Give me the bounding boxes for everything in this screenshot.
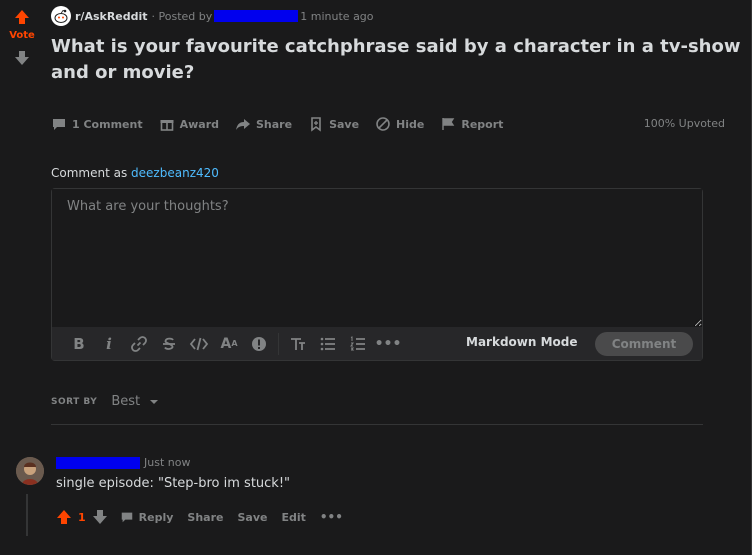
post-meta: r/AskReddit · Posted by 1 minute ago: [51, 6, 374, 26]
superscript-icon[interactable]: AA: [214, 332, 244, 356]
redacted-username: [56, 456, 140, 469]
current-username[interactable]: deezbeanz420: [131, 166, 219, 180]
post-card: Vote r/AskReddit · Posted by 1 minute ag…: [0, 0, 752, 555]
downvote-arrow-icon[interactable]: [13, 49, 31, 67]
downvote-arrow-icon[interactable]: [92, 509, 108, 525]
gift-icon: [160, 120, 174, 131]
spoiler-icon[interactable]: [244, 332, 274, 356]
save-button[interactable]: Save: [308, 116, 359, 132]
comment-icon: [53, 119, 65, 130]
heading-icon[interactable]: [283, 332, 313, 356]
markdown-mode-button[interactable]: Markdown Mode: [466, 335, 578, 349]
comment-as-line: Comment as deezbeanz420: [51, 166, 219, 180]
avatar[interactable]: [16, 457, 44, 485]
sort-divider: [51, 424, 703, 425]
bold-icon[interactable]: B: [64, 332, 94, 356]
comment-time: Just now: [144, 456, 191, 469]
upvote-ratio: 100% Upvoted: [643, 117, 725, 130]
post-actions: 1 Comment Award Share Save Hide Report: [51, 112, 519, 136]
comment-textarea[interactable]: [52, 189, 702, 327]
snoo-icon: [54, 9, 68, 23]
editor-toolbar: B i AA ••• Markdown Mode Comment: [52, 327, 702, 360]
more-icon[interactable]: •••: [320, 510, 343, 524]
hide-label: Hide: [396, 117, 425, 131]
sort-control[interactable]: SORT BY Best: [51, 394, 160, 409]
share-icon: [236, 119, 250, 130]
caret-down-icon[interactable]: [148, 396, 160, 408]
bookmark-icon: [311, 117, 321, 132]
comments-button[interactable]: 1 Comment: [51, 116, 143, 132]
sort-label: SORT BY: [51, 396, 98, 407]
numbered-list-icon[interactable]: [343, 332, 373, 356]
comment-score: 1: [78, 510, 86, 524]
report-label: Report: [461, 117, 504, 131]
comment-body: single episode: "Step-bro im stuck!": [56, 476, 291, 491]
link-icon[interactable]: [124, 332, 154, 356]
subreddit-name[interactable]: r/AskReddit: [75, 10, 148, 23]
hide-icon: [376, 117, 390, 131]
upvote-arrow-icon[interactable]: [13, 8, 31, 26]
comment-save-button[interactable]: Save: [237, 511, 267, 524]
comment-icon: [121, 512, 132, 523]
report-button[interactable]: Report: [440, 116, 503, 132]
comment-share-button[interactable]: Share: [187, 511, 223, 524]
share-button[interactable]: Share: [235, 116, 292, 132]
save-label: Save: [329, 117, 360, 131]
upvote-arrow-icon[interactable]: [56, 509, 72, 525]
award-button[interactable]: Award: [159, 116, 219, 132]
avatar-image: [16, 457, 44, 485]
more-icon[interactable]: •••: [373, 332, 403, 356]
comment-meta: Just now: [56, 456, 190, 469]
italic-icon[interactable]: i: [94, 332, 124, 356]
inline-code-icon[interactable]: [184, 332, 214, 356]
post-time: 1 minute ago: [300, 9, 374, 23]
sort-value[interactable]: Best: [111, 394, 140, 409]
comment-actions: 1 Reply Share Save Edit •••: [56, 507, 357, 527]
flag-icon: [442, 118, 455, 130]
bulleted-list-icon[interactable]: [313, 332, 343, 356]
comments-label: 1 Comment: [72, 117, 143, 131]
comment-editor: B i AA •••: [51, 188, 703, 361]
hide-button[interactable]: Hide: [375, 116, 424, 132]
reply-label: Reply: [138, 510, 174, 524]
redacted-username: [214, 10, 299, 22]
award-label: Award: [179, 117, 219, 131]
submit-comment-button[interactable]: Comment: [595, 332, 693, 356]
comment-as-label: Comment as: [51, 166, 128, 180]
vote-label: Vote: [9, 30, 35, 41]
subreddit-icon[interactable]: [51, 6, 71, 26]
share-label: Share: [256, 117, 293, 131]
post-title: What is your favourite catchphrase said …: [51, 36, 741, 83]
reply-button[interactable]: Reply: [120, 510, 174, 524]
toolbar-divider: [278, 332, 279, 355]
thread-line[interactable]: [26, 494, 28, 536]
strikethrough-icon[interactable]: [154, 332, 184, 356]
posted-by-label: · Posted by: [151, 9, 213, 23]
comment-edit-button[interactable]: Edit: [281, 511, 305, 524]
